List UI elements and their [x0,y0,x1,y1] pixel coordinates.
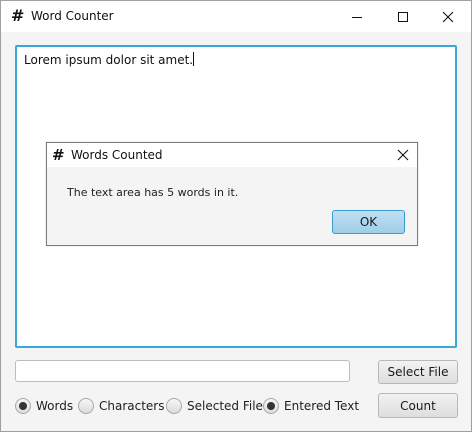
hash-icon: # [52,146,65,164]
minimize-button[interactable] [334,1,380,32]
radio-selected-dot [267,402,275,410]
words-counted-dialog: # Words Counted The text area has 5 word… [46,142,418,246]
ok-button[interactable]: OK [332,210,405,234]
maximize-button[interactable] [380,1,426,32]
radio-button[interactable] [166,398,182,414]
select-file-button[interactable]: Select File [378,360,458,384]
title-bar: # Word Counter [1,1,471,32]
dialog-message: The text area has 5 words in it. [67,186,239,199]
radio-selected-file[interactable]: Selected File [166,397,263,415]
radio-selected-dot [19,402,27,410]
radio-label-entered-text: Entered Text [284,399,360,413]
radio-words[interactable]: Words [15,397,73,415]
radio-button-selected[interactable] [263,398,279,414]
text-area-content: Lorem ipsum dolor sit amet. [24,52,195,67]
dialog-close-button[interactable] [393,145,413,165]
close-button[interactable] [425,1,471,32]
file-path-field[interactable] [15,360,350,382]
radio-label-characters: Characters [99,399,165,413]
radio-label-words: Words [36,399,74,413]
entered-text: Lorem ipsum dolor sit amet. [24,53,194,67]
maximize-icon [398,11,408,22]
radio-button[interactable] [78,398,94,414]
count-button[interactable]: Count [378,393,458,418]
radio-characters[interactable]: Characters | [78,397,173,415]
minimize-icon [352,16,362,18]
close-icon [397,149,409,161]
dialog-title: Words Counted [71,148,163,162]
window-title: Word Counter [31,9,114,23]
word-counter-window: # Word Counter Lorem ipsum dolor sit ame… [0,0,472,432]
hash-icon: # [11,6,25,25]
text-caret [193,52,195,66]
radio-button-selected[interactable] [15,398,31,414]
radio-label-selected-file: Selected File [187,399,263,413]
dialog-title-bar: # Words Counted [47,143,417,167]
radio-entered-text[interactable]: Entered Text [263,397,359,415]
close-icon [442,11,454,22]
